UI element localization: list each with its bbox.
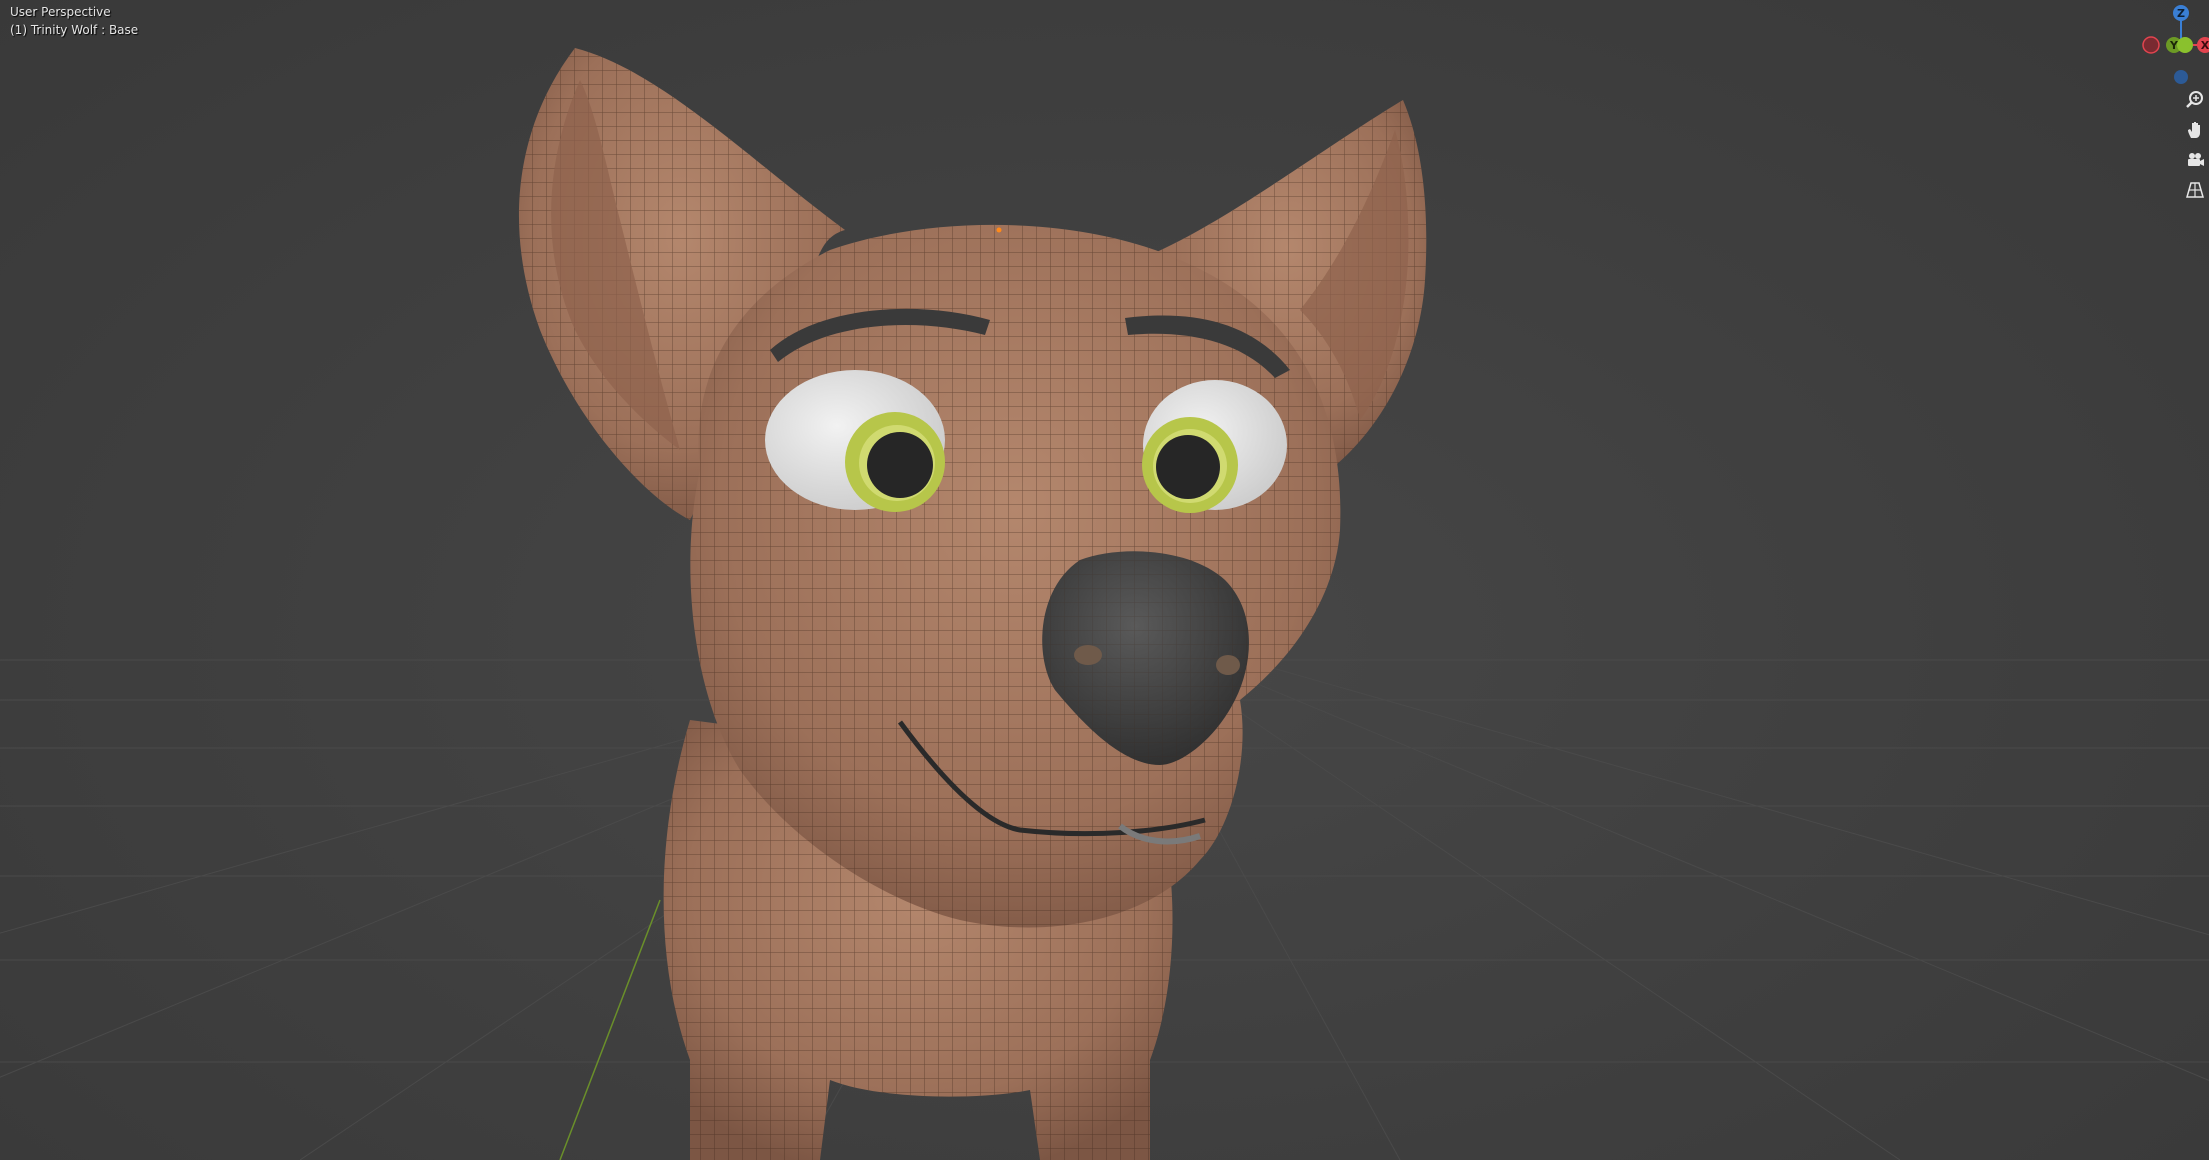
active-object-label: (1) Trinity Wolf : Base — [10, 23, 139, 37]
scene-render — [0, 48, 2209, 1160]
negative-z-axis-handle — [2174, 70, 2188, 84]
negative-y-axis-handle — [2177, 37, 2193, 53]
view-name-label: User Perspective — [10, 5, 111, 19]
wolf-model — [518, 48, 1427, 1160]
zoom-icon — [2186, 91, 2203, 108]
perspective-grid-icon — [2186, 182, 2204, 198]
y-axis-line — [559, 899, 661, 1160]
navigation-gizmo[interactable]: Z Y X — [2119, 0, 2209, 90]
x-axis-label: X — [2201, 39, 2209, 52]
camera-view-button[interactable] — [2181, 146, 2209, 174]
pan-button[interactable] — [2181, 116, 2209, 144]
zoom-button[interactable] — [2181, 86, 2209, 114]
negative-x-axis-handle — [2142, 36, 2160, 54]
camera-icon — [2188, 153, 2204, 166]
perspective-toggle-button[interactable] — [2181, 176, 2209, 204]
3d-viewport[interactable]: User Perspective (1) Trinity Wolf : Base… — [0, 0, 2209, 1160]
z-axis-label: Z — [2177, 7, 2185, 20]
pan-hand-icon — [2188, 122, 2200, 138]
